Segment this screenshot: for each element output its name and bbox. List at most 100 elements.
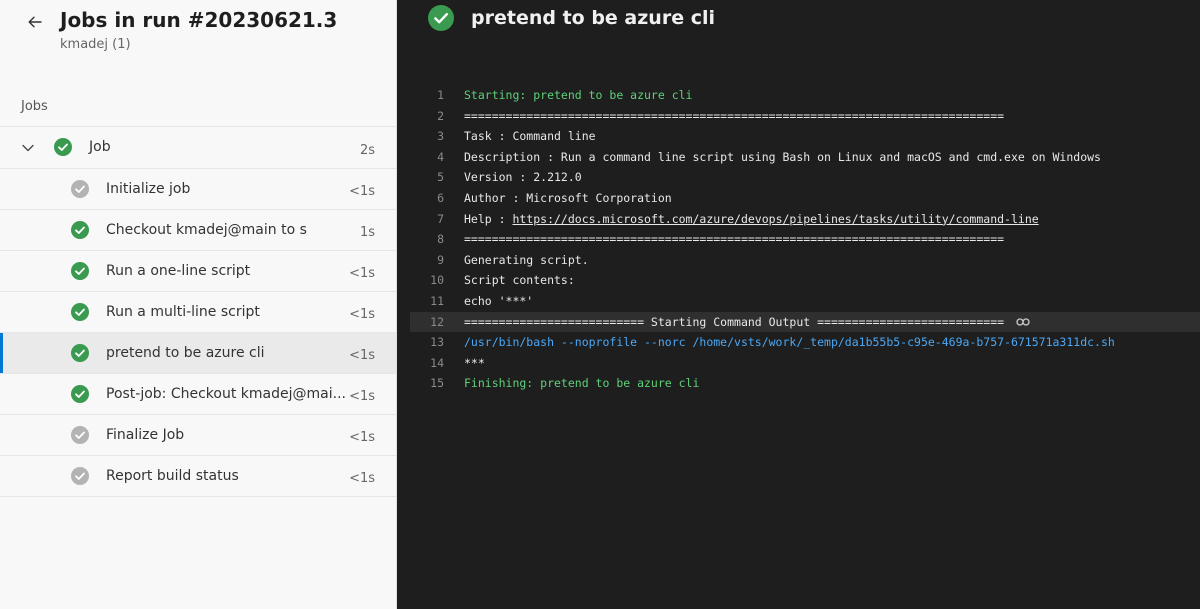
job-label: Job (89, 139, 111, 155)
log-text: Finishing: pretend to be azure cli (464, 376, 700, 391)
log-text: Version : 2.212.0 (464, 170, 582, 185)
line-number: 7 (437, 211, 444, 226)
log-line: 5 Version : 2.212.0 (410, 167, 1200, 188)
log-line-text: Finishing: pretend to be azure cli (464, 373, 699, 394)
log-line-text: ========================================… (464, 229, 1004, 250)
log-text: /usr/bin/bash --noprofile --norc /home/v… (464, 335, 1115, 350)
step-row[interactable]: Run a one-line script <1s (0, 251, 396, 292)
log-text: Script contents: (464, 273, 575, 288)
check-circle-gray-icon (71, 426, 89, 444)
log-line-text: Starting: pretend to be azure cli (464, 85, 692, 106)
log-text: Generating script. (464, 252, 589, 267)
step-label: Initialize job (106, 181, 191, 197)
log-line: 8 =======================================… (410, 229, 1200, 250)
step-duration: <1s (349, 307, 375, 322)
log-line: 12 ========================== Starting Co… (410, 311, 1200, 333)
check-circle-gray-icon (71, 180, 89, 198)
check-circle-icon (428, 5, 454, 31)
log-text: echo '***' (464, 293, 534, 308)
line-number: 2 (437, 108, 444, 123)
chevron-down-icon[interactable] (20, 140, 36, 156)
check-circle-icon (71, 385, 89, 403)
check-circle-icon (71, 344, 89, 362)
line-number: 10 (430, 273, 444, 288)
log-line-text: echo '***' (464, 291, 533, 312)
log-line: 6 Author : Microsoft Corporation (410, 188, 1200, 209)
line-number: 6 (437, 190, 444, 205)
step-label: Run a multi-line script (106, 304, 260, 320)
job-row[interactable]: Job 2s (0, 127, 396, 169)
check-circle-icon (71, 221, 89, 239)
step-row[interactable]: Checkout kmadej@main to s 1s (0, 210, 396, 251)
jobs-section-label: Jobs (0, 86, 396, 127)
log-line: 14 *** (410, 353, 1200, 374)
log-text: Task : Command line (464, 129, 596, 144)
log-line: 1 Starting: pretend to be azure cli (410, 85, 1200, 106)
step-row[interactable]: Finalize Job <1s (0, 415, 396, 456)
log-text: Help : (464, 211, 513, 226)
panel-header: Jobs in run #20230621.3 kmadej (1) (0, 0, 396, 86)
step-duration: <1s (349, 471, 375, 486)
log-line: 4 Description : Run a command line script… (410, 147, 1200, 168)
log-text: ========================================… (464, 232, 1005, 247)
log-line-text: Author : Microsoft Corporation (464, 188, 672, 209)
log-line-text: Task : Command line (464, 126, 596, 147)
line-number: 4 (437, 149, 444, 164)
step-label: Checkout kmadej@main to s (106, 222, 307, 238)
step-duration: 1s (359, 225, 375, 240)
step-row[interactable]: pretend to be azure cli <1s (0, 333, 396, 374)
step-row[interactable]: Report build status <1s (0, 456, 396, 497)
step-duration: <1s (349, 184, 375, 199)
step-duration: <1s (349, 348, 375, 363)
page-subtitle: kmadej (1) (60, 37, 131, 52)
check-circle-gray-icon (71, 467, 89, 485)
check-circle-icon (71, 262, 89, 280)
line-number: 1 (437, 88, 444, 102)
step-label: Run a one-line script (106, 263, 251, 279)
line-number: 14 (430, 355, 444, 370)
log-output[interactable]: 1 Starting: pretend to be azure cli 2 =====… (410, 85, 1200, 394)
log-text: ========================== Starting Comm… (464, 314, 1005, 329)
step-duration: <1s (349, 430, 375, 445)
line-number: 11 (430, 293, 444, 308)
log-line: 10 Script contents: (410, 270, 1200, 291)
step-label: Report build status (106, 468, 239, 484)
step-row[interactable]: Initialize job <1s (0, 169, 396, 210)
page-title: Jobs in run #20230621.3 (60, 8, 338, 32)
log-line: 7 Help : https://docs.microsoft.com/azure… (410, 209, 1200, 230)
log-line-text: Description : Run a command line script … (464, 147, 1101, 168)
line-number: 15 (430, 376, 444, 391)
log-line: 11 echo '***' (410, 291, 1200, 312)
help-link[interactable]: https://docs.microsoft.com/azure/devops/… (512, 212, 1038, 226)
log-line-text: *** (464, 353, 485, 374)
step-label: Post-job: Checkout kmadej@mai... (106, 386, 346, 402)
log-line: 15 Finishing: pretend to be azure cli (410, 373, 1200, 394)
step-row[interactable]: Run a multi-line script <1s (0, 292, 396, 333)
step-row[interactable]: Post-job: Checkout kmadej@mai... <1s (0, 374, 396, 415)
log-line-text: ========================== Starting Comm… (464, 312, 1030, 333)
log-text: Author : Microsoft Corporation (464, 190, 672, 205)
line-number: 3 (437, 129, 444, 144)
line-number: 12 (430, 314, 444, 329)
check-circle-icon (54, 138, 72, 156)
check-circle-icon (71, 303, 89, 321)
log-text: Description : Run a command line script … (464, 149, 1101, 164)
link-icon[interactable] (1016, 317, 1030, 327)
log-line: 13/usr/bin/bash --noprofile --norc /home… (410, 332, 1200, 353)
log-line: 2 =======================================… (410, 106, 1200, 127)
log-line-text: Help : https://docs.microsoft.com/azure/… (464, 209, 1039, 230)
log-line-text: Version : 2.212.0 (464, 167, 582, 188)
step-label: Finalize Job (106, 427, 185, 443)
log-line-text: Script contents: (464, 270, 575, 291)
log-title: pretend to be azure cli (471, 7, 715, 29)
log-line: 3 Task : Command line (410, 126, 1200, 147)
log-line: 9 Generating script. (410, 250, 1200, 271)
step-duration: <1s (349, 266, 375, 281)
back-button[interactable] (22, 9, 48, 35)
line-number: 5 (437, 170, 444, 185)
log-line-text: ========================================… (464, 106, 1004, 127)
log-line-text: /usr/bin/bash --noprofile --norc /home/v… (464, 332, 1115, 353)
log-line-text: Generating script. (464, 250, 589, 271)
step-duration: <1s (349, 389, 375, 404)
log-header: pretend to be azure cli (428, 5, 715, 31)
